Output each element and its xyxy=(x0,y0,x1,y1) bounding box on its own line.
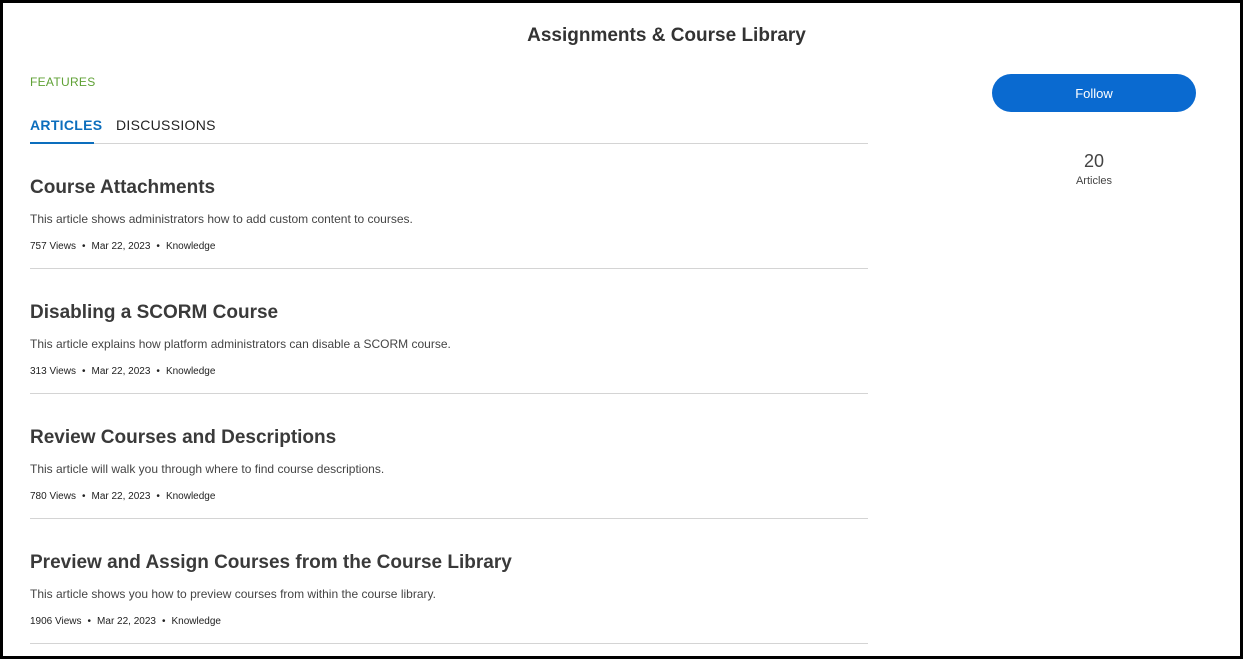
page-title: Assignments & Course Library xyxy=(527,25,806,46)
article-count-label: Articles xyxy=(1075,175,1113,187)
separator-dot: • xyxy=(81,241,86,252)
article-type: Knowledge xyxy=(165,241,216,252)
article-type: Knowledge xyxy=(165,366,216,377)
article-summary: This article shows administrators how to… xyxy=(30,212,413,226)
view-count: 313 Views xyxy=(30,366,76,377)
article-type: Knowledge xyxy=(165,491,216,502)
separator-dot: • xyxy=(156,366,160,377)
tab-articles[interactable]: ARTICLES xyxy=(30,117,102,144)
view-count: 780 Views xyxy=(30,491,76,502)
article-date: Mar 22, 2023 xyxy=(97,616,156,627)
article-meta: 313 Views • Mar 22, 2023 • Knowledge xyxy=(30,366,215,377)
article-title-link[interactable]: Preview and Assign Courses from the Cour… xyxy=(30,552,512,574)
tab-discussions[interactable]: DISCUSSIONS xyxy=(116,117,216,144)
view-count: 757 Views xyxy=(30,241,76,252)
separator-dot: • xyxy=(156,241,160,252)
page-frame: Assignments & Course Library FEATURES AR… xyxy=(0,0,1243,659)
article-summary: This article will walk you through where… xyxy=(30,462,385,476)
separator-dot: • xyxy=(81,366,86,377)
article-count-number: 20 xyxy=(1083,151,1105,171)
article-count: 20 Articles xyxy=(992,151,1196,187)
separator-dot: • xyxy=(81,491,86,502)
view-count: 1906 Views xyxy=(30,616,82,627)
separator-dot: • xyxy=(161,616,166,627)
separator-dot: • xyxy=(156,491,160,502)
list-item: Disabling a SCORM Course This article ex… xyxy=(30,269,868,394)
article-meta: 757 Views • Mar 22, 2023 • Knowledge xyxy=(30,241,215,252)
separator-dot: • xyxy=(87,616,92,627)
tab-bar: ARTICLES DISCUSSIONS xyxy=(30,117,868,144)
article-title-link[interactable]: Course Attachments xyxy=(30,177,215,199)
article-date: Mar 22, 2023 xyxy=(91,491,151,502)
article-title-link[interactable]: Review Courses and Descriptions xyxy=(30,427,336,449)
article-summary: This article explains how platform admin… xyxy=(30,337,451,351)
category-label[interactable]: FEATURES xyxy=(30,75,96,89)
article-meta: 1906 Views • Mar 22, 2023 • Knowledge xyxy=(30,616,221,627)
list-item: Preview and Assign Courses from the Cour… xyxy=(30,519,868,644)
list-item: Course Attachments This article shows ad… xyxy=(30,144,868,269)
article-title-link[interactable]: Disabling a SCORM Course xyxy=(30,302,278,324)
article-type: Knowledge xyxy=(171,616,221,627)
list-item: Review Courses and Descriptions This art… xyxy=(30,394,868,519)
follow-button[interactable]: Follow xyxy=(992,74,1196,112)
article-meta: 780 Views • Mar 22, 2023 • Knowledge xyxy=(30,491,215,502)
article-date: Mar 22, 2023 xyxy=(91,241,151,252)
article-summary: This article shows you how to preview co… xyxy=(30,587,436,601)
article-date: Mar 22, 2023 xyxy=(91,366,151,377)
article-list: Course Attachments This article shows ad… xyxy=(30,144,868,644)
